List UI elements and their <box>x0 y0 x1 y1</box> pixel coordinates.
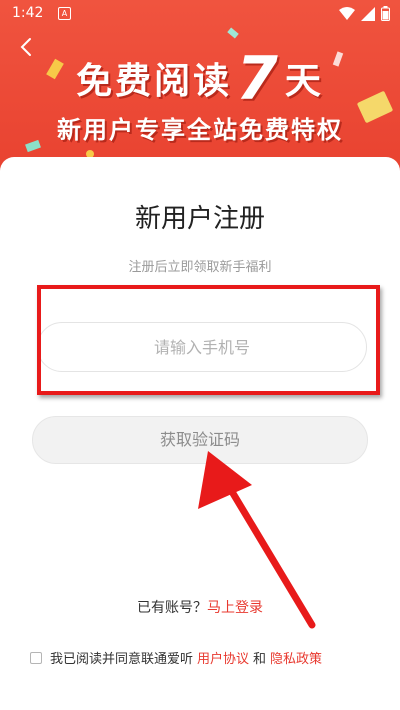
system-icons <box>339 6 390 21</box>
agreement-row: 我已阅读并同意联通爱听 用户协议 和 隐私政策 <box>30 648 326 667</box>
login-prompt: 已有账号？马上登录 <box>0 597 400 617</box>
status-time: 1:42 <box>12 5 44 21</box>
banner-title: 免费阅读7 天 <box>0 44 400 114</box>
wifi-icon <box>339 6 355 20</box>
banner-title-prefix: 免费阅读 <box>76 61 233 102</box>
login-link[interactable]: 马上登录 <box>207 600 263 616</box>
privacy-policy-link[interactable]: 隐私政策 <box>270 648 322 667</box>
highlight-box <box>37 285 380 395</box>
notification-icon: A <box>58 7 71 20</box>
confetti-decoration <box>227 27 239 39</box>
user-agreement-link[interactable]: 用户协议 <box>197 648 249 667</box>
agreement-and: 和 <box>253 652 267 667</box>
agreement-checkbox[interactable] <box>30 651 42 664</box>
banner-subtitle: 新用户专享全站免费特权 <box>57 116 343 144</box>
banner-title-suffix: 天 <box>284 61 324 102</box>
signal-icon <box>361 6 375 21</box>
login-prompt-text: 已有账号？ <box>137 600 207 616</box>
page-title: 新用户注册 <box>134 204 265 234</box>
page-subtitle: 注册后立即领取新手福利 <box>128 260 272 275</box>
battery-icon <box>381 6 390 21</box>
agreement-text: 我已阅读并同意联通爱听 <box>50 652 194 667</box>
status-bar: 1:42 A <box>0 0 400 28</box>
banner-title-number: 7 <box>236 44 281 114</box>
